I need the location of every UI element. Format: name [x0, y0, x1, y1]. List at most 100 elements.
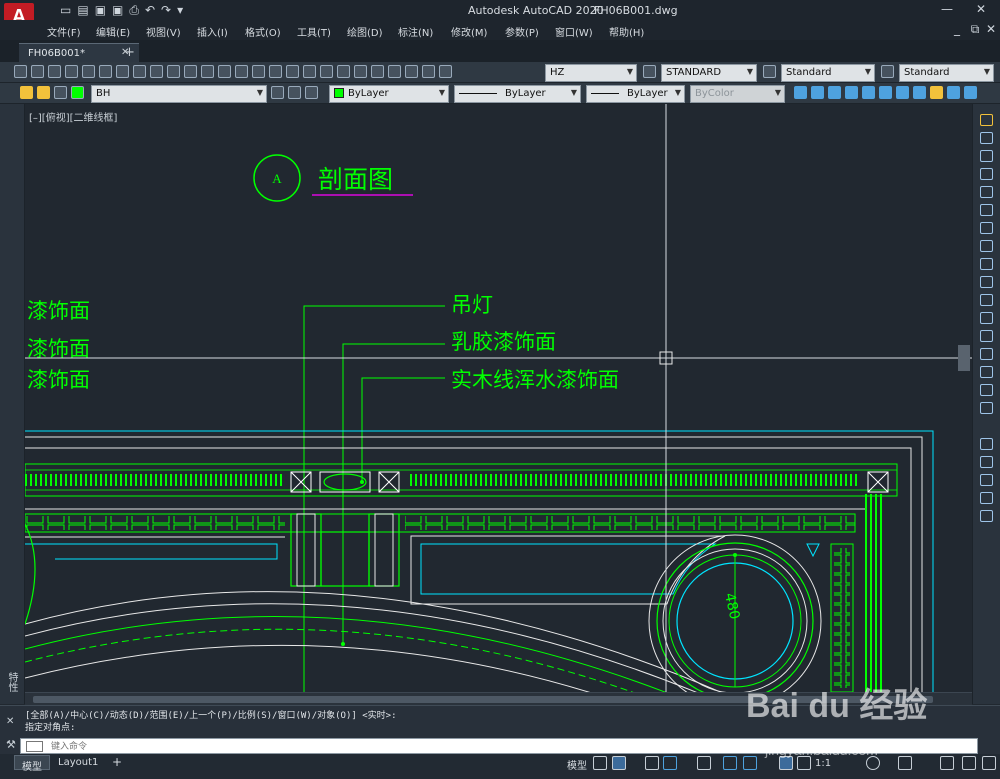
vertical-scrollbar[interactable] — [958, 345, 970, 371]
gear-icon[interactable] — [866, 756, 880, 770]
bring-above-icon[interactable] — [980, 492, 993, 504]
offset-icon[interactable] — [980, 168, 993, 180]
redo-icon[interactable]: ↷ — [161, 3, 171, 18]
preview-icon[interactable] — [82, 65, 95, 78]
undo-icon[interactable]: ↶ — [145, 3, 155, 18]
color-select[interactable]: ByLayer ▼ — [329, 85, 449, 103]
auto-scale-icon[interactable] — [797, 756, 811, 770]
new-file-icon[interactable] — [14, 65, 27, 78]
layer-bulb-icon[interactable] — [20, 86, 33, 99]
paste-icon[interactable] — [167, 65, 180, 78]
layer-states-icon[interactable] — [305, 86, 318, 99]
calculator-icon[interactable] — [405, 65, 418, 78]
menu-window[interactable]: 窗口(W) — [555, 24, 593, 39]
object-snap-tracking-icon[interactable] — [723, 756, 737, 770]
model-space-toggle[interactable]: 模型 — [567, 757, 587, 772]
continue-icon[interactable] — [964, 86, 977, 99]
table-style-icon[interactable] — [763, 65, 776, 78]
ordinate-icon[interactable] — [845, 86, 858, 99]
extend-icon[interactable] — [980, 294, 993, 306]
menu-help[interactable]: 帮助(H) — [609, 24, 644, 39]
fullscreen-icon[interactable] — [962, 756, 976, 770]
file-tab[interactable]: FH06B001* ✕ — [19, 43, 139, 62]
layer-lock-icon[interactable] — [54, 86, 67, 99]
close-button[interactable]: ✕ — [972, 2, 990, 18]
polar-icon[interactable] — [663, 756, 677, 770]
new-tab-button[interactable]: + — [124, 45, 135, 60]
rotate-icon[interactable] — [980, 222, 993, 234]
table-style-select[interactable]: Standard ▼ — [781, 64, 875, 82]
save-file-icon[interactable] — [48, 65, 61, 78]
match-prop-icon[interactable] — [184, 65, 197, 78]
linear-dim-icon[interactable] — [794, 86, 807, 99]
multileader-style-icon[interactable] — [881, 65, 894, 78]
break-icon[interactable] — [980, 312, 993, 324]
join-icon[interactable] — [980, 330, 993, 342]
markup-icon[interactable] — [388, 65, 401, 78]
jogged-icon[interactable] — [879, 86, 892, 99]
multileader-style-select[interactable]: Standard ▼ — [899, 64, 994, 82]
command-close-icon[interactable]: ✕ — [6, 716, 14, 727]
quick-dim-icon[interactable] — [930, 86, 943, 99]
copy-clip-icon[interactable] — [150, 65, 163, 78]
properties-palette-label[interactable]: 特性 — [4, 672, 19, 692]
fillet-icon[interactable] — [980, 366, 993, 378]
plot-icon[interactable]: ⎙ — [129, 3, 139, 18]
angular-dim-icon[interactable] — [913, 86, 926, 99]
open-icon[interactable]: ▤ — [77, 3, 88, 18]
object-snap-icon[interactable] — [743, 756, 757, 770]
menu-view[interactable]: 视图(V) — [146, 24, 181, 39]
menu-edit[interactable]: 编辑(E) — [96, 24, 130, 39]
copy-icon[interactable] — [980, 132, 993, 144]
menu-parametric[interactable]: 参数(P) — [505, 24, 539, 39]
tool-palettes-icon[interactable] — [354, 65, 367, 78]
trim-icon[interactable] — [980, 276, 993, 288]
menu-modify[interactable]: 修改(M) — [451, 24, 487, 39]
mirror-icon[interactable] — [980, 150, 993, 162]
send-under-icon[interactable] — [980, 510, 993, 522]
baseline-icon[interactable] — [947, 86, 960, 99]
send-back-icon[interactable] — [980, 474, 993, 486]
pan-icon[interactable] — [252, 65, 265, 78]
text-style-select[interactable]: HZ ▼ — [545, 64, 637, 82]
linetype-select[interactable]: ByLayer ▼ — [454, 85, 581, 103]
properties-icon[interactable] — [320, 65, 333, 78]
publish-icon[interactable] — [99, 65, 112, 78]
lineweight-select[interactable]: ByLayer ▼ — [586, 85, 685, 103]
zoom-previous-icon[interactable] — [303, 65, 316, 78]
move-icon[interactable] — [980, 204, 993, 216]
drawing-canvas[interactable]: [–][俯视][二维线框] A 剖面图 漆饰面 漆饰面 漆饰面 吊灯 乳胶漆饰面… — [25, 104, 972, 692]
zoom-realtime-icon[interactable] — [269, 65, 282, 78]
draw-order-icon[interactable] — [980, 438, 993, 450]
text-style-icon[interactable] — [439, 65, 452, 78]
aligned-dim-icon[interactable] — [811, 86, 824, 99]
dim-style-select[interactable]: STANDARD ▼ — [661, 64, 757, 82]
menu-dimension[interactable]: 标注(N) — [398, 24, 433, 39]
cut-icon[interactable] — [133, 65, 146, 78]
tab-layout1[interactable]: Layout1 — [51, 755, 105, 770]
layer-previous-icon[interactable] — [288, 86, 301, 99]
customize-icon[interactable]: ▾ — [177, 3, 183, 18]
plus-icon[interactable] — [898, 756, 912, 770]
layer-color-icon[interactable] — [71, 86, 84, 99]
customize-status-icon[interactable] — [982, 756, 996, 770]
design-center-icon[interactable] — [337, 65, 350, 78]
make-current-icon[interactable] — [271, 86, 284, 99]
zoom-window-icon[interactable] — [286, 65, 299, 78]
sheet-set-icon[interactable] — [371, 65, 384, 78]
open-file-icon[interactable] — [31, 65, 44, 78]
diameter-dim-icon[interactable] — [896, 86, 909, 99]
dim-style-icon[interactable] — [643, 65, 656, 78]
radius-dim-icon[interactable] — [862, 86, 875, 99]
help-icon[interactable] — [422, 65, 435, 78]
save-as-icon[interactable]: ▣ — [112, 3, 123, 18]
menu-insert[interactable]: 插入(I) — [197, 24, 228, 39]
menu-draw[interactable]: 绘图(D) — [347, 24, 383, 39]
tab-model[interactable]: 模型 — [14, 755, 50, 773]
array-icon[interactable] — [980, 186, 993, 198]
chamfer-icon[interactable] — [980, 348, 993, 360]
redo-tool-icon[interactable] — [235, 65, 248, 78]
minimize-button[interactable]: — — [938, 2, 956, 18]
new-icon[interactable]: ▭ — [60, 3, 71, 18]
stretch-icon[interactable] — [980, 258, 993, 270]
